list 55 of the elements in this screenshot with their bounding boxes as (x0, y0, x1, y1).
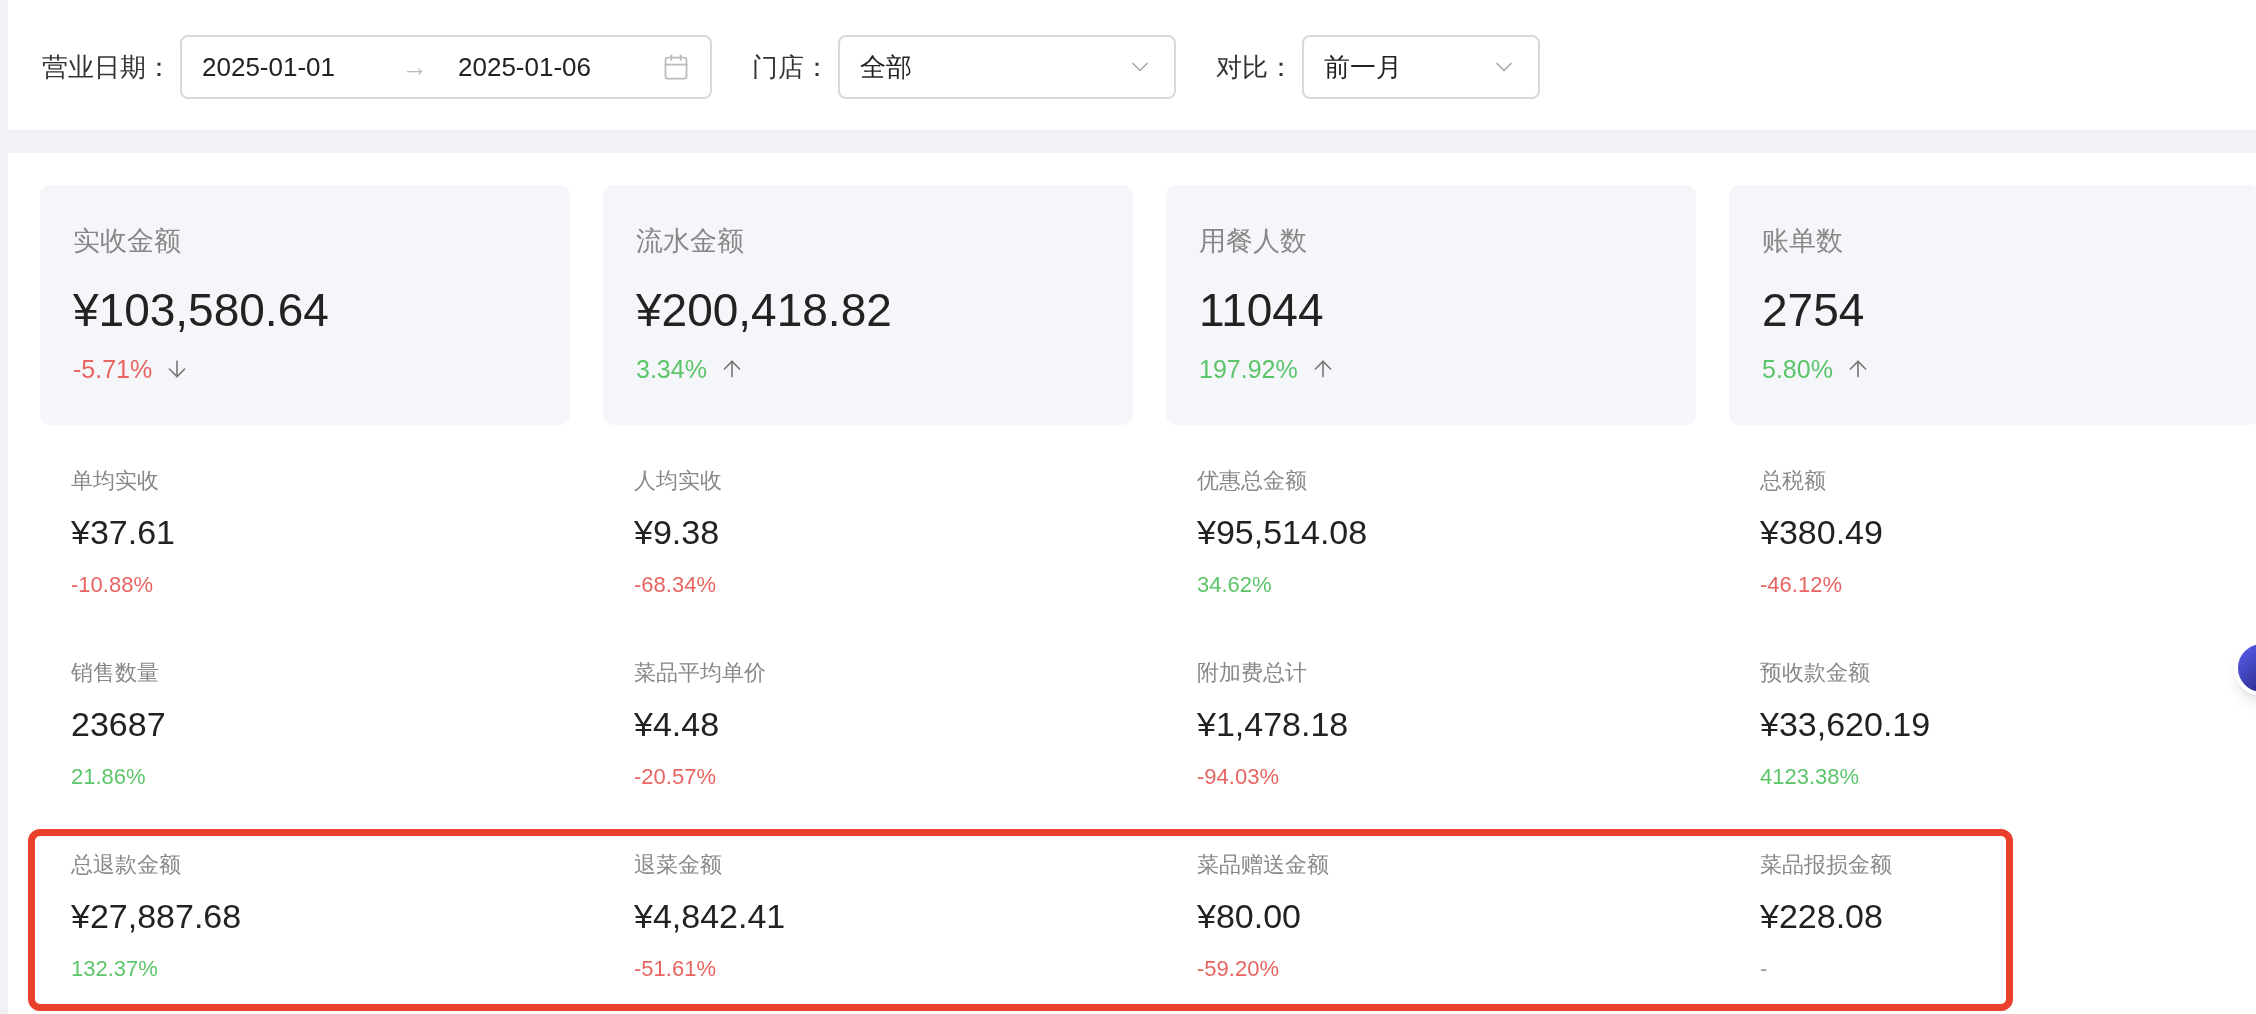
metric-label: 菜品平均单价 (634, 659, 767, 687)
metric-label: 优惠总金额 (1197, 467, 1308, 495)
metric-label: 菜品赠送金额 (1197, 851, 1330, 879)
filter-label: 门店： (752, 50, 830, 84)
metric-label: 销售数量 (71, 659, 160, 687)
change-percent: 5.80% (1762, 353, 1833, 385)
select-field[interactable]: 前一月 (1302, 35, 1540, 99)
metric-value: ¥37.61 (71, 512, 176, 553)
metric-value: ¥1,478.18 (1197, 704, 1350, 745)
card-label: 实收金额 (73, 225, 182, 258)
change-percent: 34.62% (1197, 571, 1273, 599)
change-percent: -59.20% (1197, 955, 1280, 983)
metric-value: ¥380.49 (1760, 512, 1884, 553)
metric-value: ¥4,842.41 (634, 896, 787, 937)
card-value: ¥103,580.64 (73, 282, 330, 338)
metric-label: 预收款金额 (1760, 659, 1871, 687)
change-percent: 3.34% (636, 353, 707, 385)
metric-value: ¥228.08 (1760, 896, 1884, 937)
metric-value: ¥27,887.68 (71, 896, 243, 937)
card-label: 账单数 (1762, 225, 1844, 258)
change-percent: 132.37% (71, 955, 159, 983)
change-percent: 4123.38% (1760, 763, 1861, 791)
card-label: 用餐人数 (1199, 225, 1308, 258)
change-percent: - (1760, 955, 1769, 983)
calendar-icon (662, 53, 690, 81)
date-range-field[interactable]: 2025-01-01 → 2025-01-06 (180, 35, 712, 99)
metric-label: 人均实收 (634, 467, 723, 495)
metric-value: ¥33,620.19 (1760, 704, 1932, 745)
change-percent: 197.92% (1199, 353, 1298, 385)
metric-label: 总退款金额 (71, 851, 182, 879)
card-value: ¥200,418.82 (636, 282, 893, 338)
change-percent: -5.71% (73, 353, 153, 385)
change-percent: 21.86% (71, 763, 147, 791)
metric-label: 总税额 (1760, 467, 1827, 495)
metric-value: ¥80.00 (1197, 896, 1302, 937)
metric-label: 附加费总计 (1197, 659, 1308, 687)
change-percent: -20.57% (634, 763, 717, 791)
card-value: 11044 (1199, 282, 1325, 338)
change-percent: -68.34% (634, 571, 717, 599)
select-field[interactable]: 全部 (838, 35, 1176, 99)
card-value: 2754 (1762, 282, 1866, 338)
change-percent: -10.88% (71, 571, 154, 599)
change-percent: -51.61% (634, 955, 717, 983)
metric-value: 23687 (71, 704, 167, 745)
filter-label: 营业日期： (42, 50, 172, 84)
change-percent: -46.12% (1760, 571, 1843, 599)
metric-value: ¥9.38 (634, 512, 721, 553)
metric-label: 单均实收 (71, 467, 160, 495)
change-percent: -94.03% (1197, 763, 1280, 791)
metric-label: 菜品报损金额 (1760, 851, 1893, 879)
filter-label: 对比： (1216, 50, 1294, 84)
card-label: 流水金额 (636, 225, 745, 258)
metric-label: 退菜金额 (634, 851, 723, 879)
metric-value: ¥4.48 (634, 704, 721, 745)
metric-value: ¥95,514.08 (1197, 512, 1369, 553)
